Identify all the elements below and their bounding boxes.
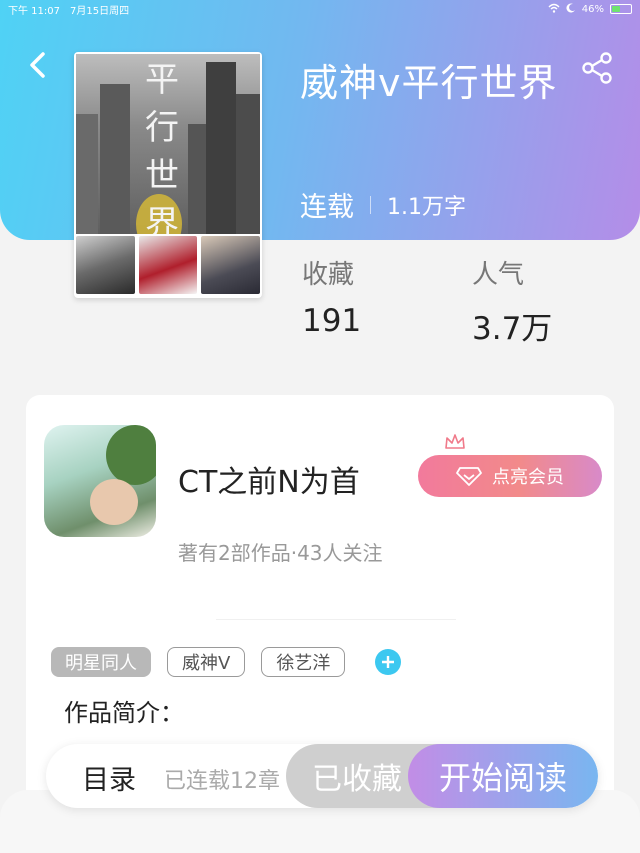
book-cover[interactable]: 平 行 世 界 [74, 52, 262, 298]
tag-item[interactable]: 徐艺洋 [261, 647, 346, 677]
book-status: 连载 [300, 192, 354, 223]
meta-divider [370, 195, 371, 214]
toc-button[interactable]: 目录 [82, 758, 136, 797]
book-meta: 连载 1.1万字 [300, 185, 466, 224]
popularity-label: 人气 [472, 260, 525, 290]
author-name[interactable]: CT之前N为首 [178, 457, 360, 501]
book-title: 威神v平行世界 [300, 61, 558, 105]
cover-thumbnail [76, 236, 135, 294]
share-button[interactable] [580, 50, 616, 86]
add-tag-button[interactable] [375, 649, 402, 675]
favorites-label: 收藏 [302, 260, 355, 290]
word-count: 1.1万字 [387, 194, 466, 220]
cover-title: 平 行 世 界 [145, 60, 179, 234]
author-stats: 著有2部作品·43人关注 [178, 541, 383, 565]
toc-progress[interactable]: 已连载12章 [164, 763, 280, 795]
cover-thumbnail [201, 236, 261, 294]
battery-fill [612, 6, 621, 12]
tag-item[interactable]: 明星同人 [51, 647, 151, 677]
bottom-action-bar: 目录 已连载12章 已收藏 开始阅读 [46, 744, 598, 808]
avatar[interactable] [44, 425, 156, 537]
vip-button[interactable]: 点亮会员 [418, 455, 602, 497]
vip-label: 点亮会员 [492, 467, 564, 488]
cover-thumbnails [76, 236, 261, 296]
collected-label: 已收藏 [312, 762, 402, 797]
status-time: 下午 11:07 [8, 5, 60, 17]
diamond-icon [456, 467, 482, 486]
share-icon [582, 52, 612, 84]
start-reading-button[interactable]: 开始阅读 [408, 744, 598, 808]
cover-thumbnail [138, 236, 198, 294]
favorites-value: 191 [302, 303, 362, 339]
popularity-stat: 人气 3.7万 [472, 254, 552, 348]
status-bar: 下午 11:07 7月15日周四 46% [0, 0, 640, 18]
chevron-left-icon [30, 52, 45, 78]
popularity-value: 3.7万 [472, 311, 553, 347]
wifi-icon [548, 3, 560, 16]
cover-image: 平 行 世 界 [76, 54, 260, 234]
favorites-stat: 收藏 191 [302, 254, 361, 339]
divider [216, 619, 456, 620]
tag-list: 明星同人 威神V 徐艺洋 [51, 647, 402, 677]
intro-label: 作品简介： [64, 699, 184, 727]
moon-icon [566, 3, 576, 16]
tag-item[interactable]: 威神V [167, 647, 246, 677]
back-button[interactable] [22, 48, 52, 82]
battery-percent: 46% [581, 3, 604, 15]
start-reading-label: 开始阅读 [438, 759, 567, 797]
battery-icon [610, 4, 632, 14]
crown-icon [445, 434, 465, 449]
plus-icon [382, 656, 395, 668]
status-date: 7月15日周四 [70, 5, 130, 17]
